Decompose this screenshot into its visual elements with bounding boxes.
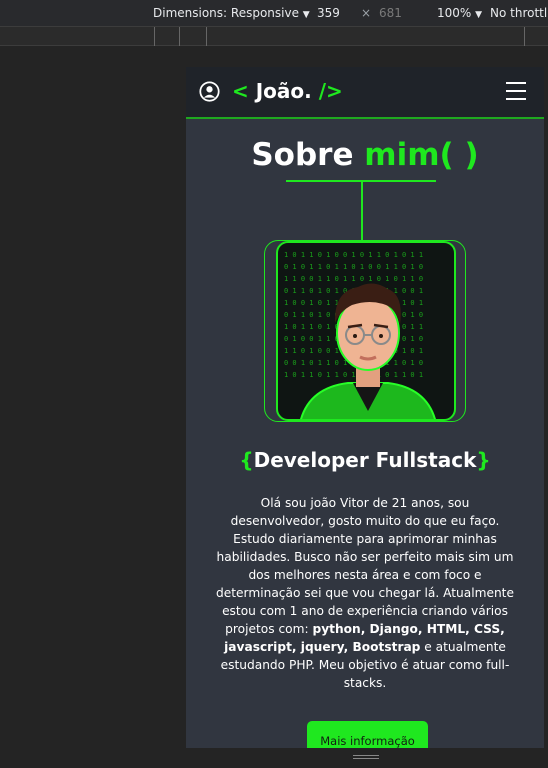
ruler-tick xyxy=(524,27,525,46)
brace-close: } xyxy=(476,448,491,472)
ruler-tick xyxy=(179,27,180,46)
svg-text:1 1 0 0 1 1 0 1 1 0 1 0 1 0 1: 1 1 0 0 1 1 0 1 1 0 1 0 1 0 1 1 0 xyxy=(284,275,423,283)
zoom-dropdown[interactable]: 100% ▼ xyxy=(437,6,482,20)
role-text: Developer Fullstack xyxy=(253,448,477,472)
title-green: mim( ) xyxy=(364,137,479,173)
ruler-tick xyxy=(154,27,155,46)
title-connector-line xyxy=(361,181,363,241)
ruler-tick xyxy=(206,27,207,46)
resize-handle-icon[interactable] xyxy=(353,755,379,761)
width-input[interactable]: 359 xyxy=(317,6,340,20)
svg-text:0 1 0 1 1 0 1 1 0 1 0 0 1 1 0: 0 1 0 1 1 0 1 1 0 1 0 0 1 1 0 1 0 xyxy=(284,263,423,271)
media-query-ruler xyxy=(0,27,548,46)
devtools-toolbar: Dimensions: Responsive ▼ 359 × 681 100% … xyxy=(0,0,548,27)
bio-intro: Olá sou joão Vitor de 21 anos, sou desen… xyxy=(216,496,514,636)
dimensions-dropdown[interactable]: Dimensions: Responsive ▼ xyxy=(153,6,310,20)
brand-logo[interactable]: < João. /> xyxy=(232,79,343,103)
dropdown-caret-icon: ▼ xyxy=(475,10,483,20)
logo-close-tag: /> xyxy=(318,79,343,103)
device-viewport: < João. /> Sobre mim( ) 1 0 1 1 0 1 0 0 … xyxy=(186,67,544,748)
hamburger-menu-icon[interactable] xyxy=(506,82,526,100)
role-heading: {Developer Fullstack} xyxy=(186,448,544,472)
navbar: < João. /> xyxy=(186,67,544,119)
section-title: Sobre mim( ) xyxy=(186,137,544,173)
zoom-label: 100% xyxy=(437,6,472,20)
times-sign: × xyxy=(361,6,372,20)
svg-text:1 0 1 1 0 1 1 0 1 0 1 1 0 1 1: 1 0 1 1 0 1 1 0 1 0 1 1 0 1 1 0 1 xyxy=(284,371,423,379)
profile-photo: 1 0 1 1 0 1 0 0 1 0 1 1 0 1 0 1 1 0 1 0 … xyxy=(276,241,456,421)
logo-open-bracket: < xyxy=(232,79,249,103)
throttling-dropdown[interactable]: No throttlin xyxy=(490,6,548,20)
avatar-illustration: 1 0 1 1 0 1 0 0 1 0 1 1 0 1 0 1 1 0 1 0 … xyxy=(284,251,436,419)
logo-name: João. xyxy=(255,79,312,103)
more-info-button[interactable]: Mais informação xyxy=(307,721,428,748)
dimensions-label: Dimensions: Responsive xyxy=(153,6,299,20)
svg-text:1 0 1 1 0 1 0 0 1 0 1 1 0 1 0: 1 0 1 1 0 1 0 0 1 0 1 1 0 1 0 1 1 xyxy=(284,251,423,259)
dropdown-caret-icon: ▼ xyxy=(302,10,310,20)
height-input[interactable]: 681 xyxy=(379,6,402,20)
title-white: Sobre xyxy=(251,137,354,173)
brace-open: { xyxy=(239,448,254,472)
user-circle-icon[interactable] xyxy=(199,81,220,102)
bio-paragraph: Olá sou joão Vitor de 21 anos, sou desen… xyxy=(216,494,514,692)
